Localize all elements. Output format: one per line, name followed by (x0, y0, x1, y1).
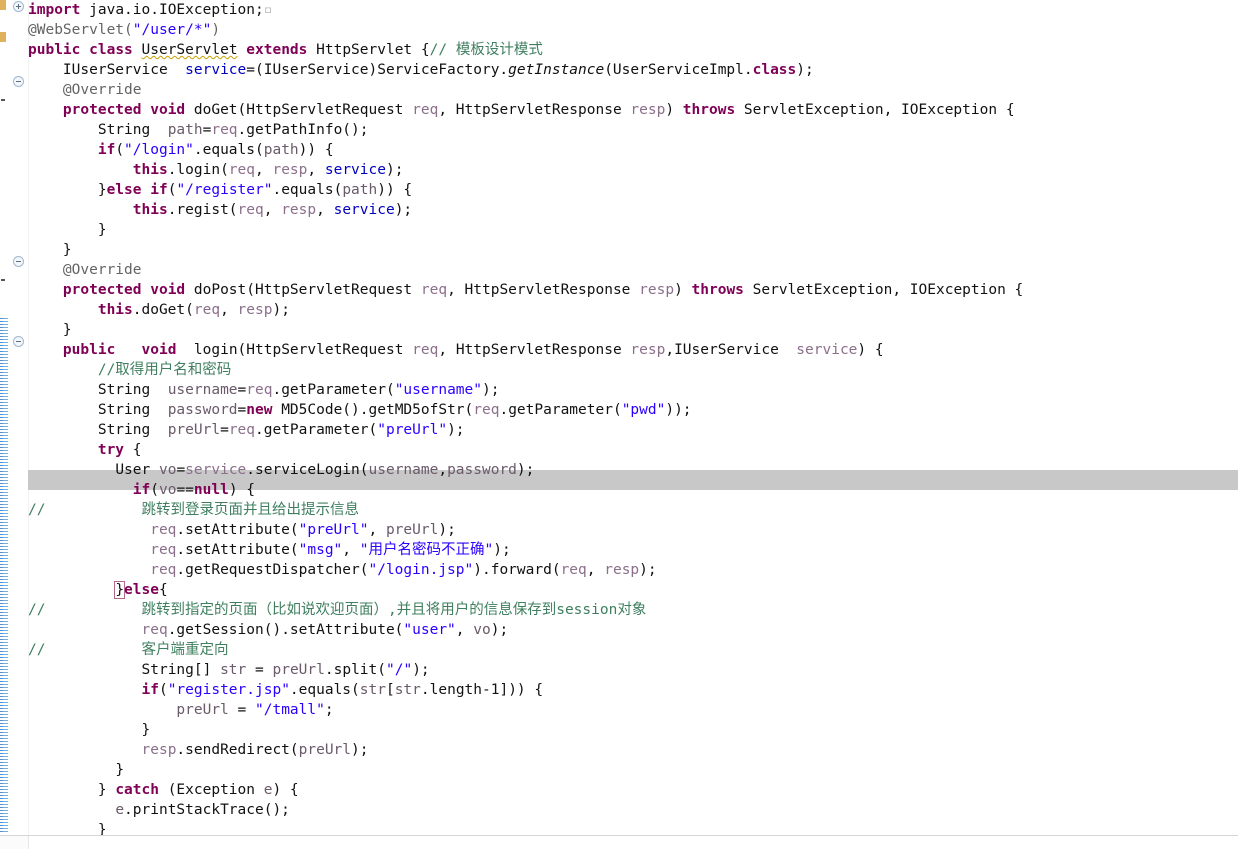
left-annotation-strip[interactable] (0, 0, 8, 850)
gutter-corner (0, 836, 29, 849)
code-surface[interactable]: import java.io.IOException;▫ @WebServlet… (28, 0, 1238, 836)
gutter-tick-marker (1, 279, 5, 281)
source-code-text[interactable]: import java.io.IOException;▫ @WebServlet… (28, 0, 1023, 836)
gutter-tick-marker (1, 99, 5, 101)
fold-gutter[interactable] (8, 0, 29, 850)
change-marker (0, 32, 6, 42)
editor-bottom-edge (0, 835, 1238, 850)
horizontal-scrollbar[interactable] (29, 837, 1234, 848)
fold-expanded-login-icon[interactable] (13, 336, 24, 347)
fold-collapsed-import-icon[interactable] (13, 1, 24, 12)
fold-expanded-dopost-icon[interactable] (13, 256, 24, 267)
java-code-editor: import java.io.IOException;▫ @WebServlet… (0, 0, 1238, 850)
change-marker (0, 0, 6, 10)
fold-expanded-doget-icon[interactable] (13, 76, 24, 87)
annotation-dotted-range (0, 318, 8, 834)
